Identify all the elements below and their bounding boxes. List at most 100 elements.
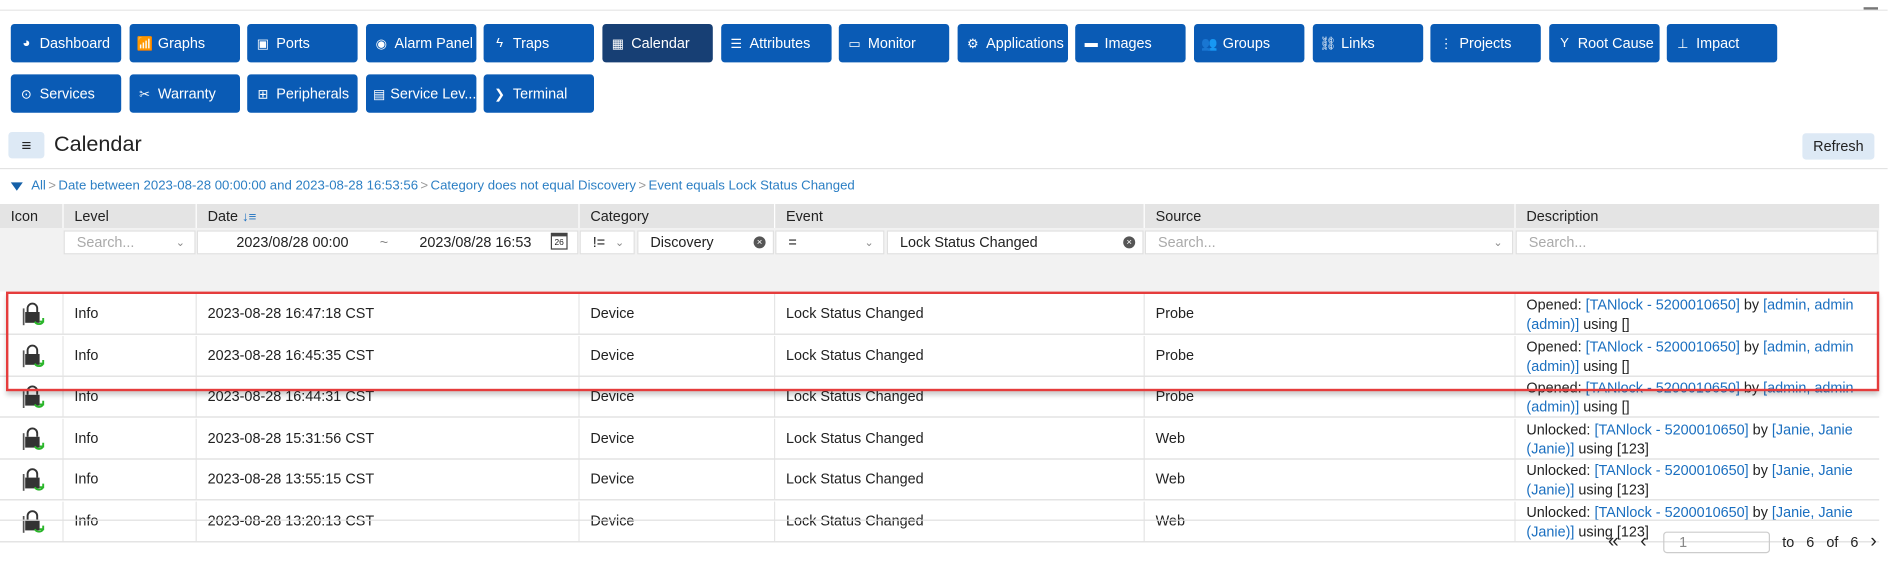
nav-warranty[interactable]: ✂ Warranty (129, 74, 240, 113)
col-level[interactable]: Level (62, 204, 195, 229)
nav-label: Warranty (157, 85, 216, 103)
col-category[interactable]: Category (578, 204, 774, 229)
nav-root-cause[interactable]: Y Root Cause (1548, 24, 1660, 63)
nav-label: Attributes (749, 34, 811, 52)
refresh-button[interactable]: Refresh (1802, 133, 1875, 160)
table-row[interactable]: Info 2023-08-28 15:31:56 CST Device Lock St… (0, 418, 1880, 460)
chevron-down-icon: ⌄ (175, 236, 185, 249)
menu-button[interactable]: ≡ (8, 132, 45, 159)
table-row[interactable]: Info 2023-08-28 13:20:13 CST Device Lock St… (0, 501, 1880, 542)
to-label: to (1782, 534, 1795, 551)
col-event[interactable]: Event (774, 204, 1144, 229)
clear-icon[interactable]: × (753, 236, 766, 249)
cell-source: Probe (1143, 376, 1515, 417)
table-row[interactable]: Info 2023-08-28 16:47:18 CST Device Lock St… (0, 294, 1880, 335)
nav-traps[interactable]: ϟ Traps (484, 24, 595, 63)
lock-link[interactable]: [TANlock - 5200010650] (1594, 503, 1748, 520)
table-row[interactable]: Info 2023-08-28 16:44:31 CST Device Lock St… (0, 376, 1880, 418)
nav-label: Peripherals (276, 85, 350, 103)
table-row[interactable]: Info 2023-08-28 16:45:35 CST Device Lock St… (0, 335, 1880, 377)
lock-status-icon (0, 418, 62, 458)
cell-event: Lock Status Changed (774, 335, 1144, 375)
nav-peripherals[interactable]: ⊞ Peripherals (247, 74, 358, 113)
category-filter-input[interactable]: Discovery × (637, 230, 775, 255)
event-filter-input[interactable]: Lock Status Changed × (886, 230, 1144, 255)
collapse-icon[interactable] (1863, 0, 1879, 10)
lock-status-icon (0, 460, 62, 500)
lock-link[interactable]: [TANlock - 5200010650] (1594, 421, 1748, 438)
breadcrumb-event[interactable]: Event equals Lock Status Changed (649, 179, 855, 193)
filter-breadcrumb: All > Date between 2023-08-28 00:00:00 and… (10, 179, 855, 193)
nav-ports[interactable]: ▣ Ports (247, 24, 358, 63)
sort-desc-icon[interactable]: ↓≡ (242, 210, 256, 224)
lock-link[interactable]: [TANlock - 5200010650] (1586, 338, 1740, 355)
images-icon: ▬ (1084, 36, 1098, 51)
nav-monitor[interactable]: ▭ Monitor (839, 24, 950, 63)
clear-icon[interactable]: × (1123, 236, 1136, 249)
nav-links[interactable]: ⛓ Links (1312, 24, 1423, 63)
nav-label: Ports (276, 34, 310, 52)
breadcrumb-all[interactable]: All (31, 179, 46, 193)
nav-alarm-panel[interactable]: ◉ Alarm Panel (365, 24, 477, 63)
alarm-icon: ◉ (375, 36, 388, 52)
cell-description: Opened: [TANlock - 5200010650] by [admin… (1514, 335, 1879, 375)
root-cause-icon: Y (1560, 36, 1569, 51)
nav-label: Links (1341, 34, 1375, 52)
lock-link[interactable]: [TANlock - 5200010650] (1594, 462, 1748, 479)
monitor-icon: ▭ (848, 36, 861, 52)
page-input[interactable]: 1 (1663, 531, 1771, 554)
filter-row: Search... ⌄ 2023/08/28 00:00 ~2023/08/28 1… (0, 228, 1880, 292)
cell-category: Device (578, 294, 774, 334)
calendar-icon[interactable]: 26 (550, 232, 568, 250)
nav-images[interactable]: ▬ Images (1075, 24, 1187, 63)
date-range-filter[interactable]: 2023/08/28 00:00 ~2023/08/28 16:53 26 (196, 230, 579, 255)
lock-status-icon (0, 335, 62, 375)
nav-label: Root Cause (1577, 34, 1654, 52)
nav-calendar[interactable]: ▦ Calendar (602, 24, 713, 63)
nav-applications[interactable]: ⚙ Applications (957, 24, 1068, 63)
cell-event: Lock Status Changed (774, 459, 1144, 500)
next-page-button[interactable]: › (1870, 532, 1876, 554)
nav-label: Impact (1696, 34, 1740, 52)
dashboard-icon: ◕ (22, 36, 31, 51)
nav-label: Alarm Panel (394, 34, 474, 52)
cell-description: Unlocked: [TANlock - 5200010650] by [Jan… (1514, 459, 1879, 500)
cell-level: Info (62, 418, 195, 458)
first-page-button[interactable]: « (1608, 532, 1619, 554)
table-row[interactable]: Info 2023-08-28 13:55:15 CST Device Lock St… (0, 459, 1880, 501)
nav-terminal[interactable]: ❯ Terminal (484, 74, 595, 113)
lock-link[interactable]: [TANlock - 5200010650] (1586, 296, 1740, 313)
event-operator-select[interactable]: = ⌄ (775, 230, 885, 255)
category-operator-select[interactable]: != ⌄ (579, 230, 635, 255)
nav-attributes[interactable]: ☰ Attributes (720, 24, 832, 63)
description-filter[interactable]: Search... (1515, 230, 1879, 255)
links-icon: ⛓ (1319, 36, 1337, 52)
nav-services[interactable]: ⊙ Services (10, 74, 122, 113)
lock-link[interactable]: [TANlock - 5200010650] (1586, 379, 1740, 396)
nav-projects[interactable]: ⋮ Projects (1430, 24, 1542, 63)
nav-graphs[interactable]: 📶 Graphs (129, 24, 240, 63)
chevron-down-icon: ⌄ (1493, 236, 1503, 249)
cell-source: Probe (1143, 294, 1515, 334)
nav-impact[interactable]: ⊥ Impact (1667, 24, 1778, 63)
cell-event: Lock Status Changed (774, 418, 1144, 458)
col-date[interactable]: Date ↓≡ (195, 204, 579, 229)
prev-page-button[interactable]: ‹ (1640, 532, 1646, 554)
nav-dashboard[interactable]: ◕ Dashboard (10, 24, 122, 63)
nav-service-lev[interactable]: ▤ Service Lev... (365, 74, 477, 113)
cell-level: Info (62, 376, 195, 417)
cell-date: 2023-08-28 15:31:56 CST (195, 418, 579, 458)
breadcrumb-date[interactable]: Date between 2023-08-28 00:00:00 and 202… (58, 179, 418, 193)
traps-icon: ϟ (496, 36, 504, 51)
breadcrumb-category[interactable]: Category does not equal Discovery (431, 179, 636, 193)
level-filter[interactable]: Search... ⌄ (63, 230, 196, 255)
cell-date: 2023-08-28 16:44:31 CST (195, 376, 579, 417)
cell-date: 2023-08-28 13:55:15 CST (195, 459, 579, 500)
col-description[interactable]: Description (1514, 204, 1879, 229)
nav-groups[interactable]: 👥 Groups (1194, 24, 1305, 63)
graphs-icon: 📶 (136, 36, 153, 52)
cell-date: 2023-08-28 16:45:35 CST (195, 335, 579, 375)
cell-category: Device (578, 418, 774, 458)
col-source[interactable]: Source (1143, 204, 1515, 229)
source-filter[interactable]: Search... ⌄ (1144, 230, 1514, 255)
